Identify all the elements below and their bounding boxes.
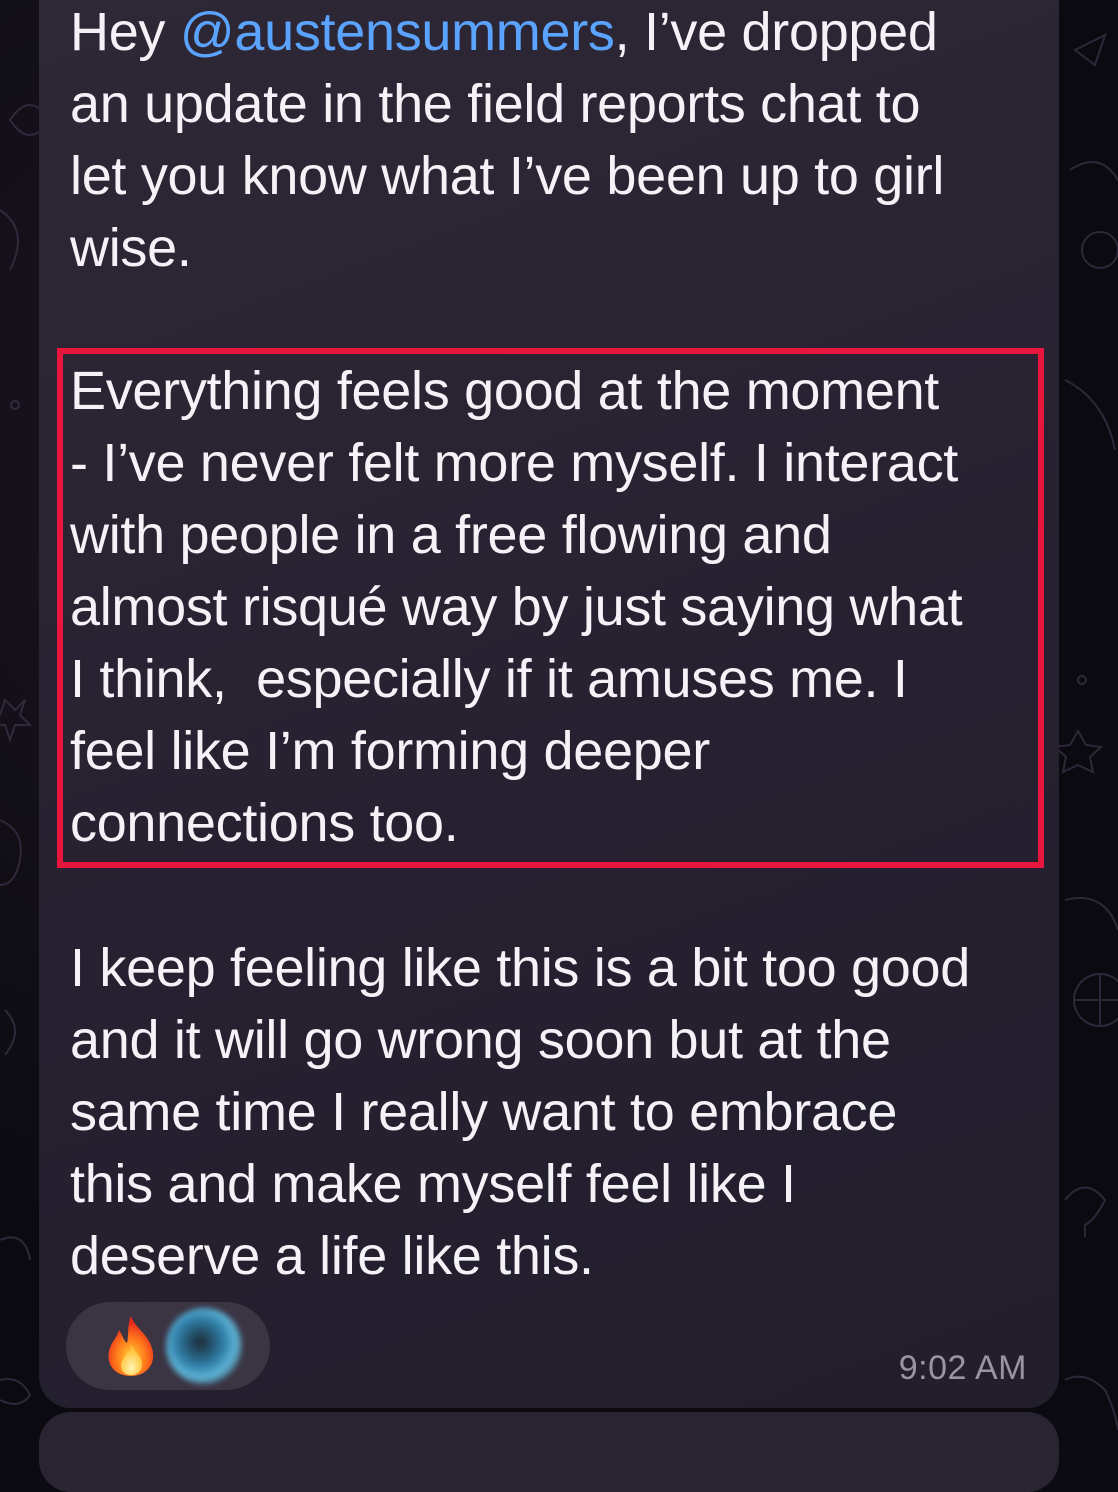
message-timestamp: 9:02 AM	[898, 1349, 1027, 1387]
highlight-annotation-box	[57, 348, 1044, 868]
fire-icon	[108, 1316, 154, 1376]
message-paragraph-3: I keep feeling like this is a bit too go…	[70, 938, 970, 1286]
message-greeting: Hey	[70, 2, 180, 62]
reaction-chip[interactable]	[66, 1302, 270, 1390]
user-mention-link[interactable]: @austensummers	[180, 2, 615, 62]
next-message-bubble[interactable]	[39, 1412, 1059, 1492]
message-paragraph-1: Hey @austensummers, I’ve dropped an upda…	[70, 0, 1050, 284]
reactor-avatar	[166, 1308, 242, 1384]
